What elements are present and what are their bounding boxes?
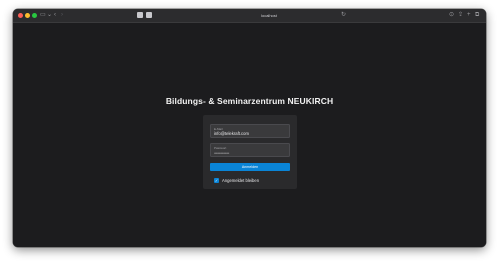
zoom-window-button[interactable]: [32, 13, 37, 18]
browser-window: ▭ ⌄ ‹ › localhost ↻ ⊙ ⇪ + ⧉ Bildungs- & …: [13, 9, 486, 247]
login-button[interactable]: Anmelden: [210, 163, 290, 171]
tab-overview-icon[interactable]: [137, 12, 143, 18]
share-icon[interactable]: ⇪: [458, 12, 463, 18]
sidebar-toggle-icon[interactable]: ▭: [40, 12, 46, 18]
browser-toolbar: ▭ ⌄ ‹ › localhost ↻ ⊙ ⇪ + ⧉: [13, 9, 486, 23]
back-icon[interactable]: ‹: [54, 12, 56, 18]
download-icon[interactable]: ⊙: [449, 12, 454, 18]
forward-icon[interactable]: ›: [61, 12, 63, 18]
reader-icon[interactable]: [146, 12, 152, 18]
remember-checkbox[interactable]: ✓: [214, 178, 219, 183]
remember-label: Angemeldet bleiben: [222, 178, 260, 183]
tabs-icon[interactable]: ⧉: [475, 12, 479, 18]
password-field[interactable]: Passwort ••••••••••••••••••••: [210, 143, 290, 157]
page-content: Bildungs- & Seminarzentrum NEUKIRCH E-Ma…: [13, 23, 486, 247]
close-window-button[interactable]: [18, 13, 23, 18]
address-text: localhost: [261, 13, 277, 18]
reload-icon[interactable]: ↻: [341, 12, 346, 18]
email-label: E-Mail: [214, 126, 223, 131]
page-title: Bildungs- & Seminarzentrum NEUKIRCH: [165, 96, 334, 106]
email-value: info@telekraft.com: [214, 131, 249, 136]
password-label: Passwort: [214, 145, 227, 150]
minimize-window-button[interactable]: [25, 13, 30, 18]
address-bar[interactable]: localhost: [176, 11, 362, 20]
password-value: ••••••••••••••••••••: [214, 151, 230, 155]
email-field[interactable]: E-Mail info@telekraft.com: [210, 124, 290, 138]
login-card: E-Mail info@telekraft.com Passwort •••••…: [203, 115, 297, 189]
chevron-down-icon[interactable]: ⌄: [47, 12, 52, 18]
new-tab-icon[interactable]: +: [467, 12, 471, 18]
